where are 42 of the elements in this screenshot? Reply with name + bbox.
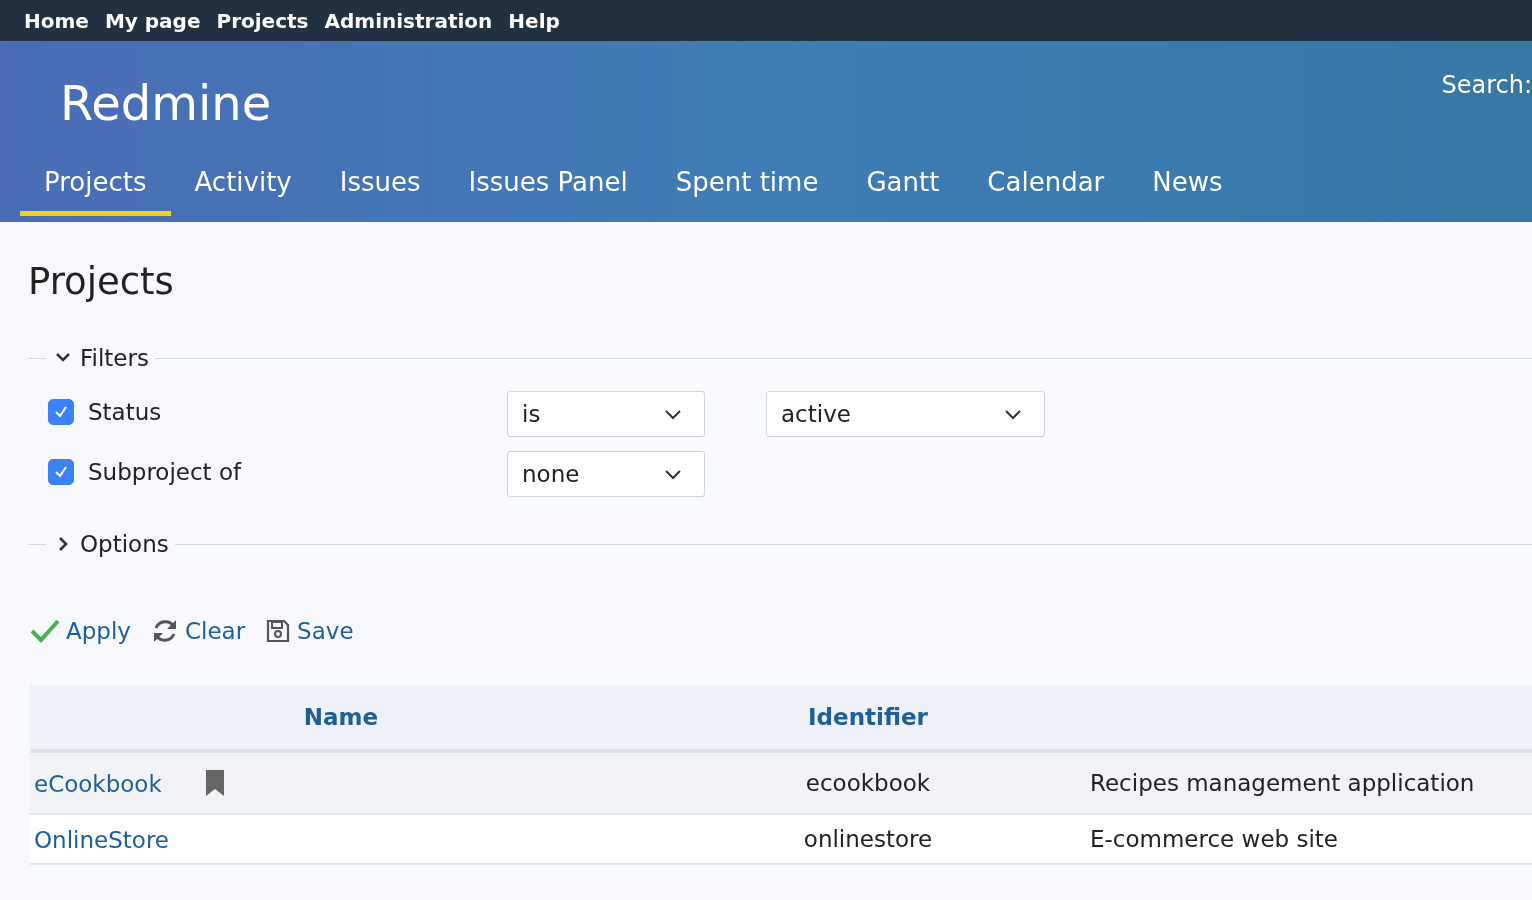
top-menu-link[interactable]: My page (104, 8, 201, 33)
top-menu-link[interactable]: Home (24, 8, 89, 33)
column-header[interactable]: Name (303, 704, 379, 730)
checkbox[interactable] (48, 459, 74, 485)
clear-link[interactable]: Clear (150, 617, 246, 645)
top-menu-link[interactable]: Projects (216, 8, 309, 33)
menu-tab[interactable]: Issues Panel (444, 159, 652, 216)
table-cell: Recipes management application (1090, 770, 1475, 796)
caret-icon (1004, 407, 1022, 421)
checkbox[interactable] (48, 399, 74, 425)
checkmark-icon (53, 464, 69, 480)
section-toggle[interactable]: Filters (80, 345, 149, 371)
filter-label: Subproject of (88, 459, 242, 485)
filter-label: Status (88, 399, 162, 425)
value-select[interactable]: active (766, 391, 1045, 437)
column-header[interactable]: Identifier (808, 704, 928, 730)
apply-link[interactable]: Apply (30, 617, 131, 645)
menu-tab[interactable]: Activity (170, 159, 316, 216)
checkmark-icon (53, 404, 69, 420)
save-link[interactable]: Save (265, 617, 354, 645)
checkmark-icon (30, 618, 60, 644)
table-cell: ecookbook (805, 770, 931, 796)
site-title[interactable]: Redmine (60, 75, 272, 131)
operator-select[interactable]: none (507, 451, 705, 497)
top-menu-link[interactable]: Administration (324, 8, 493, 33)
menu-tab[interactable]: News (1128, 159, 1247, 216)
operator-select[interactable]: is (507, 391, 705, 437)
caret-icon (664, 467, 682, 481)
menu-tab[interactable]: Issues (315, 159, 445, 216)
menu-tab[interactable]: Projects (20, 159, 171, 216)
caret-icon (664, 407, 682, 421)
table-cell: onlinestore (803, 826, 933, 852)
project-link[interactable]: OnlineStore (34, 826, 169, 853)
menu-tab[interactable]: Calendar (963, 159, 1129, 216)
section-toggle[interactable]: Options (80, 531, 169, 557)
project-link[interactable]: eCookbook (34, 770, 162, 797)
menu-tab[interactable]: Gantt (842, 159, 964, 216)
top-menu-link[interactable]: Help (508, 8, 560, 33)
menu-tab[interactable]: Spent time (651, 159, 843, 216)
search-label: Search: (1441, 71, 1532, 99)
table-cell: E-commerce web site (1090, 826, 1338, 852)
page-title: Projects (28, 260, 175, 303)
